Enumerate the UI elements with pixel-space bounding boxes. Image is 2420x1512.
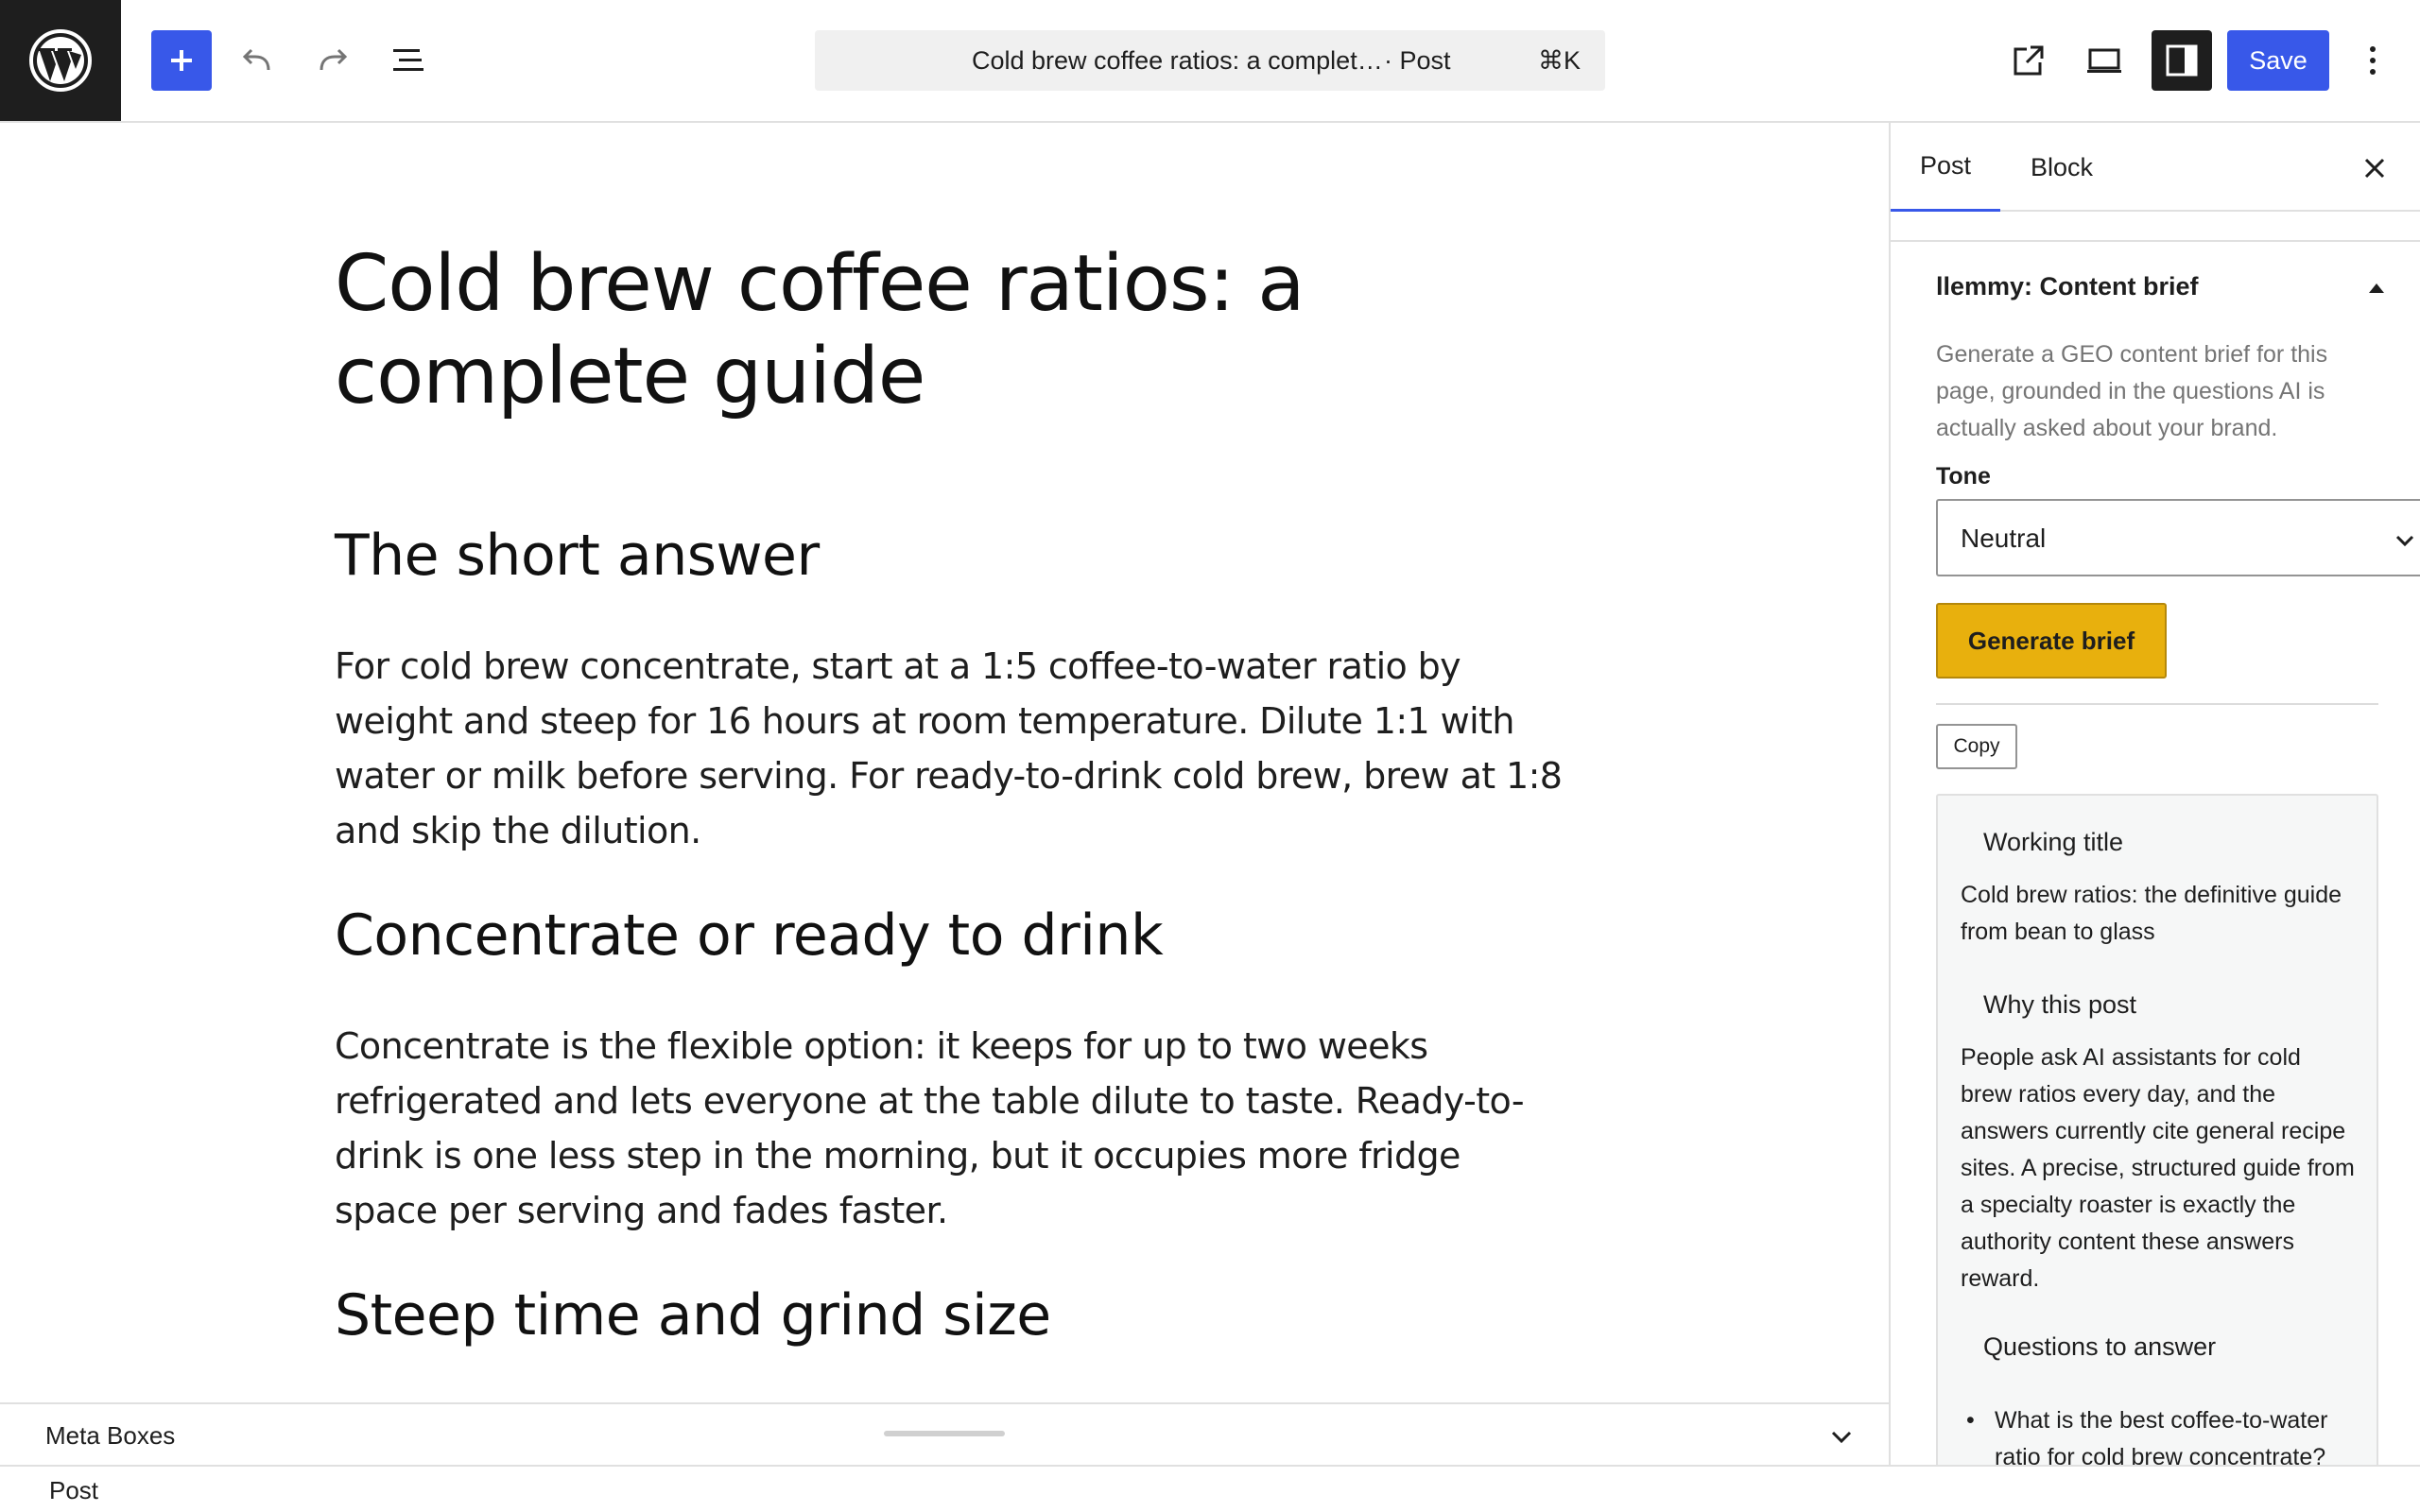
copy-button[interactable]: Copy [1936, 724, 2017, 769]
brief-working-title: Cold brew ratios: the definitive guide f… [1961, 882, 2342, 945]
breadcrumb[interactable]: Post [49, 1476, 98, 1505]
external-link-icon [2014, 45, 2044, 76]
editor-canvas[interactable]: Cold brew coffee ratios: a complete guid… [0, 123, 1889, 1402]
settings-sidebar-toggle[interactable] [2152, 30, 2212, 91]
redo-icon [320, 48, 348, 71]
sidebar-tabs: Post Block [1891, 123, 2420, 212]
view-post-button[interactable] [1998, 30, 2059, 91]
add-block-button[interactable] [151, 30, 212, 91]
meta-boxes-panel: Meta Boxes [0, 1402, 1889, 1465]
brief-why-body: People ask AI assistants for cold brew r… [1961, 1044, 2355, 1292]
post-title[interactable]: Cold brew coffee ratios: a complete guid… [335, 238, 1564, 423]
save-button[interactable]: Save [2227, 30, 2329, 91]
settings-sidebar: Post Block llemmy: Content brief Generat… [1889, 123, 2420, 1465]
brief-heading-why: Why this post [1983, 990, 2137, 1019]
redo-button[interactable] [302, 30, 363, 91]
meta-boxes-label: Meta Boxes [45, 1421, 176, 1450]
command-center-title: Cold brew coffee ratios: a complet… [972, 45, 1383, 75]
wordpress-logo-icon[interactable] [0, 0, 121, 121]
panel-title[interactable]: llemmy: Content brief [1936, 272, 2199, 301]
divider [1936, 703, 2378, 705]
panel-description: Generate a GEO content brief for this pa… [1936, 341, 2328, 441]
heading-block[interactable]: Concentrate or ready to drink [335, 902, 1164, 970]
tab-block[interactable]: Block [2031, 123, 2093, 212]
command-center[interactable]: Cold brew coffee ratios: a complet… · Po… [815, 30, 1605, 91]
command-center-shortcut: ⌘K [1537, 45, 1581, 75]
brief-heading-questions: Questions to answer [1983, 1332, 2217, 1361]
editor-header: Cold brew coffee ratios: a complet… · Po… [0, 0, 2420, 123]
close-icon [2364, 158, 2385, 179]
chevron-down-icon [1831, 1431, 1852, 1444]
command-center-post-type: · Post [1384, 45, 1451, 75]
close-settings-button[interactable] [2344, 138, 2405, 198]
tone-label: Tone [1936, 463, 1991, 490]
brief-questions-list: What is the best coffee-to-water ratio f… [1961, 1402, 2358, 1465]
options-button[interactable] [2342, 30, 2403, 91]
brief-output: Working title Cold brew ratios: the defi… [1936, 794, 2378, 1465]
panel-divider [1891, 240, 2420, 242]
tab-post[interactable]: Post [1891, 123, 2000, 212]
list-item: What is the best coffee-to-water ratio f… [1961, 1402, 2358, 1465]
plus-icon [171, 50, 192, 71]
editor-footer: Post [0, 1465, 2420, 1512]
device-preview-button[interactable] [2074, 30, 2135, 91]
undo-icon [242, 48, 270, 71]
tone-selected-value: Neutral [1961, 524, 2047, 553]
undo-button[interactable] [227, 30, 287, 91]
document-overview-button[interactable] [378, 30, 439, 91]
resize-handle[interactable] [884, 1431, 1005, 1436]
desktop-icon [2087, 48, 2121, 73]
paragraph-block[interactable]: For cold brew concentrate, start at a 1:… [335, 639, 1564, 858]
document-overview-icon [393, 49, 424, 71]
generate-brief-button[interactable]: Generate brief [1936, 603, 2167, 679]
caret-up-icon[interactable] [2363, 274, 2390, 301]
more-vertical-icon [2370, 46, 2376, 75]
meta-boxes-toggle[interactable] [1828, 1423, 1855, 1454]
sidebar-toggle-icon [2166, 44, 2198, 77]
heading-block[interactable]: The short answer [335, 522, 820, 590]
paragraph-block[interactable]: Concentrate is the flexible option: it k… [335, 1019, 1564, 1238]
heading-block[interactable]: Steep time and grind size [335, 1281, 1051, 1349]
brief-heading-working-title: Working title [1983, 828, 2124, 856]
chevron-down-icon [2395, 535, 2414, 547]
tone-select[interactable]: Neutral [1936, 499, 2420, 576]
